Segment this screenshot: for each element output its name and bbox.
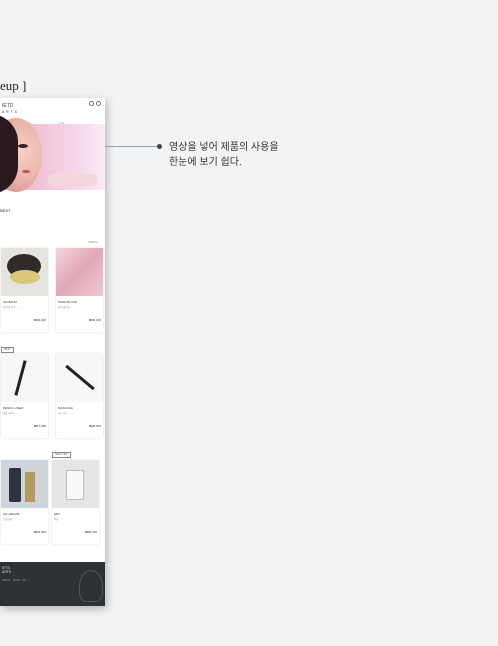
flower-illustration-icon [79, 570, 103, 602]
hero-video[interactable] [0, 114, 105, 194]
product-card[interactable]: UM BALM 립앤 밤 & 밤 ··· ···· ··· ₩33,000 [1, 248, 48, 332]
footer-links[interactable]: ABOUT · SHOP · CS · ··· ···· [2, 578, 34, 583]
callout-dot [157, 144, 162, 149]
product-card[interactable]: EDT 퍼퓸 ··· ···· ₩98,000 [52, 460, 99, 544]
brand-sub: A R T S [2, 110, 18, 114]
product-title: EDT [54, 512, 60, 516]
brand-logo[interactable]: IETD A R T S [2, 103, 17, 115]
product-title: PENCIL LINER [3, 406, 24, 410]
view-more-link[interactable]: VIEW ▸ [88, 240, 98, 244]
product-title: OIL SERUM [3, 512, 20, 516]
product-desc: 퍼퓸 ··· ···· [54, 518, 66, 521]
product-desc: 퓨어 블러쉬 ··· ···· [58, 306, 77, 309]
mobile-page-preview: IETD A R T S ··· · ·· MAKEUP 스킨 BEST VIE… [0, 98, 105, 606]
hero-lip [22, 170, 30, 173]
product-image [1, 354, 48, 402]
footer-brand-sub: ARTS [2, 570, 12, 574]
product-price: ₩30,000 [88, 318, 101, 322]
product-desc: 립앤 밤 & 밤 ··· ···· ··· [3, 306, 26, 309]
product-price: ₩45,000 [33, 530, 46, 534]
product-title: MASCARA [58, 406, 73, 410]
cart-icon[interactable] [96, 101, 101, 106]
footer: IETD ARTS ABOUT · SHOP · CS · ··· ···· [0, 562, 105, 606]
section-label: eup ] [0, 78, 27, 93]
header-icons: ··· · ·· [81, 101, 101, 106]
callout-line-2: 한눈에 보기 쉽다. [169, 157, 242, 168]
header-text: ··· · ·· [80, 102, 87, 105]
search-icon[interactable] [89, 101, 94, 106]
product-price: ₩28,000 [88, 424, 101, 428]
product-image [1, 248, 48, 296]
product-card[interactable]: OIL SERUM 오일 세럼 ··· ···· ₩45,000 [1, 460, 48, 544]
product-card[interactable]: PENCIL LINER 펜슬 라이너 ··· ··· ···· ₩17,000 [1, 354, 48, 438]
product-title: PURE BLUSH [58, 300, 78, 304]
product-image [56, 248, 103, 296]
product-price: ₩98,000 [84, 530, 97, 534]
best-badge: BEST [1, 347, 14, 353]
product-price: ₩33,000 [33, 318, 46, 322]
callout-line [105, 146, 158, 147]
product-card[interactable]: MASCARA 마스카라 ··· ···· ₩28,000 [56, 354, 103, 438]
new-item-badge: NEW ITEM [52, 452, 71, 458]
hero-hand [48, 174, 98, 186]
product-desc: 펜슬 라이너 ··· ··· ···· [3, 412, 25, 415]
product-desc: 마스카라 ··· ···· [58, 412, 74, 415]
footer-brand: IETD ARTS [2, 566, 11, 574]
hero-eye [18, 144, 28, 148]
product-card[interactable]: PURE BLUSH 퓨어 블러쉬 ··· ···· ₩30,000 [56, 248, 103, 332]
product-title: UM BALM [3, 300, 17, 304]
product-image [56, 354, 103, 402]
product-desc: 오일 세럼 ··· ···· [3, 518, 20, 521]
callout-text: 영상을 넣어 제품의 사용을 한눈에 보기 쉽다. [169, 140, 279, 170]
product-image [1, 460, 48, 508]
product-price: ₩17,000 [33, 424, 46, 428]
callout-line-1: 영상을 넣어 제품의 사용을 [169, 142, 279, 153]
product-image [52, 460, 99, 508]
best-title: BEST [0, 208, 11, 213]
